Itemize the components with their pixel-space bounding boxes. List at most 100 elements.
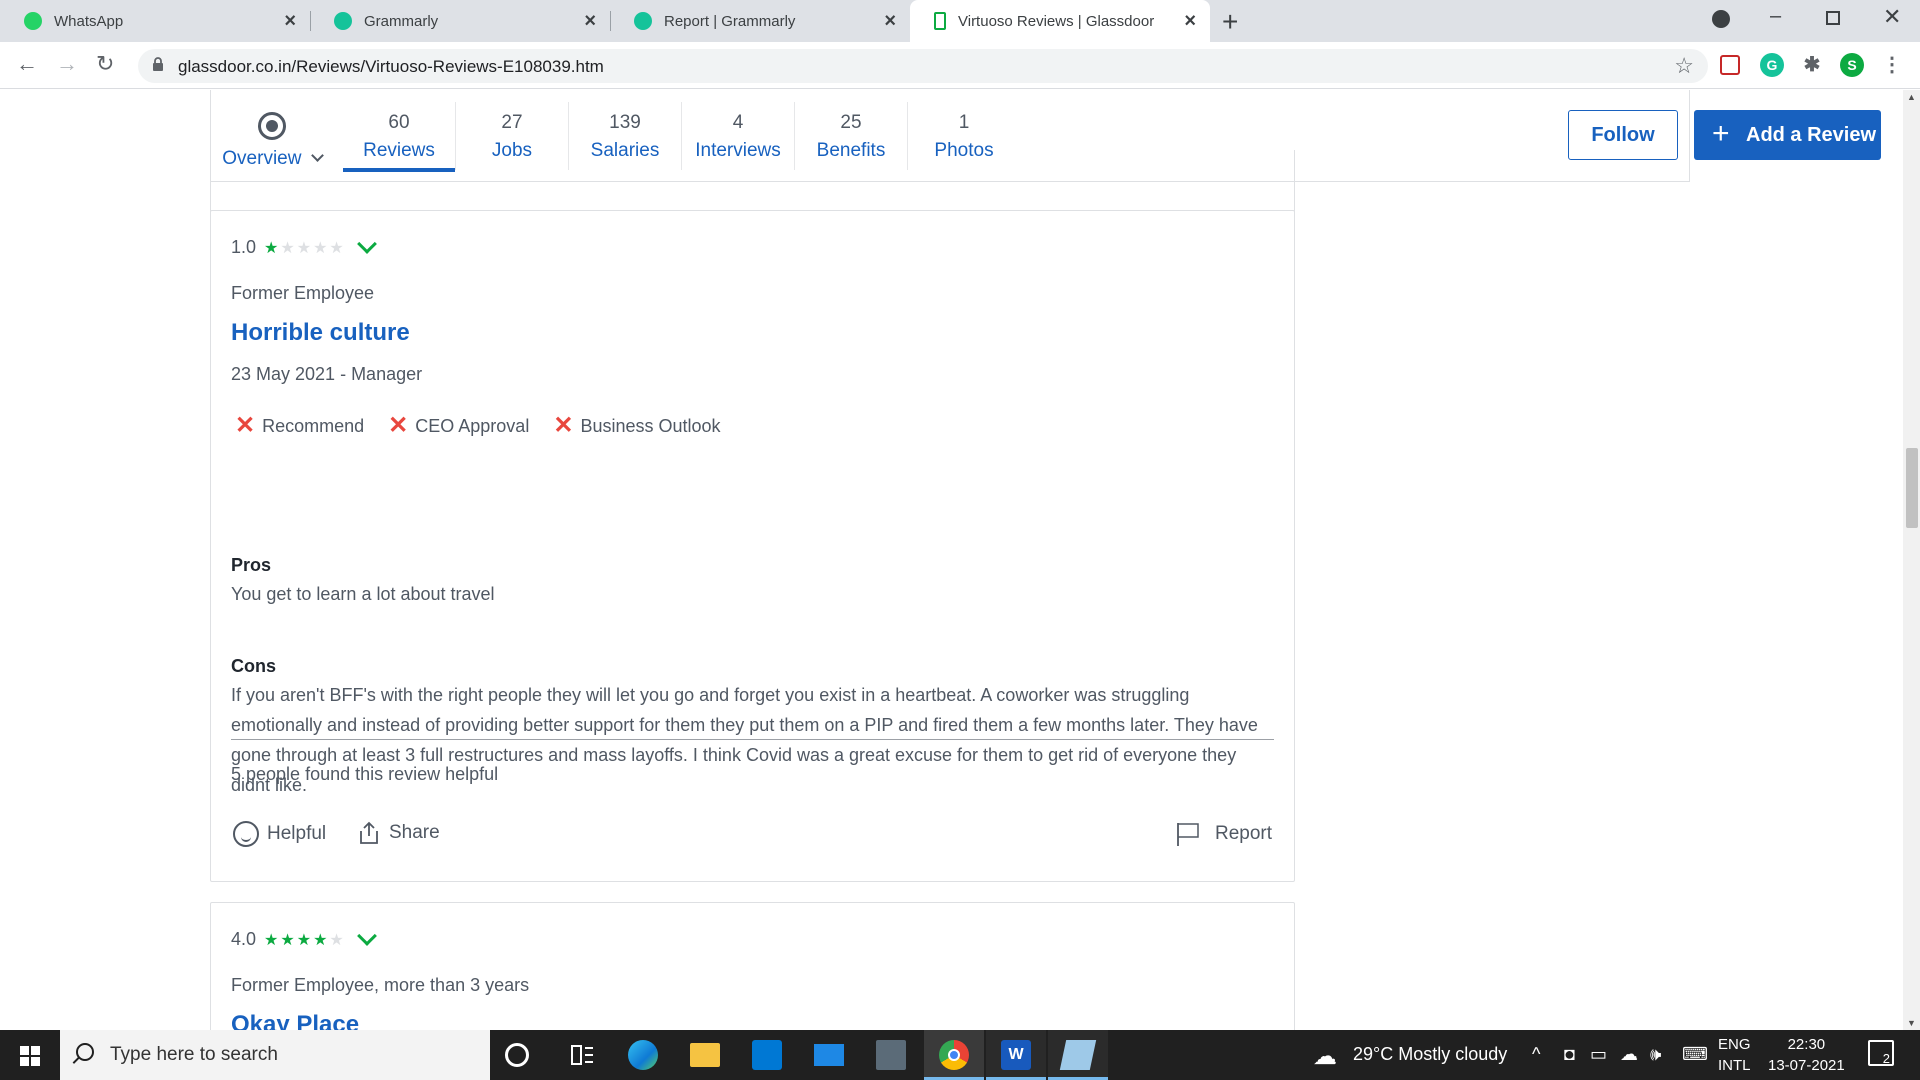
helpful-label: Helpful bbox=[267, 823, 327, 844]
extensions-puzzle-icon[interactable]: ✱ bbox=[1800, 53, 1824, 77]
employee-status: Former Employee, more than 3 years bbox=[231, 975, 530, 995]
close-tab-icon[interactable]: × bbox=[284, 10, 296, 33]
lock-icon bbox=[153, 57, 163, 71]
tab-title: Grammarly bbox=[364, 12, 439, 30]
cortana-icon[interactable] bbox=[505, 1043, 529, 1067]
follow-button[interactable]: Follow bbox=[1568, 110, 1678, 160]
cross-icon: ✕ bbox=[553, 412, 574, 439]
onedrive-cloud-icon[interactable]: ☁ bbox=[1620, 1044, 1638, 1065]
review-date-role: 23 May 2021 - Manager bbox=[231, 364, 423, 384]
review-title-link[interactable]: Okay Place bbox=[231, 1011, 359, 1030]
close-tab-icon[interactable]: × bbox=[584, 10, 596, 33]
notepad-icon[interactable] bbox=[1059, 1040, 1097, 1070]
plus-icon: + bbox=[1712, 117, 1730, 150]
restore-button[interactable] bbox=[1826, 11, 1840, 25]
tab-grammarly[interactable]: Grammarly × bbox=[310, 0, 610, 42]
windows-taskbar: Type here to search W ☁ 29°C Mostly clou… bbox=[0, 1030, 1920, 1080]
microsoft-store-icon[interactable] bbox=[752, 1040, 782, 1070]
close-window-button[interactable]: ✕ bbox=[1883, 4, 1901, 30]
helpful-count: 5 people found this review helpful bbox=[231, 764, 499, 784]
whatsapp-icon bbox=[24, 12, 42, 30]
tab-search-icon[interactable] bbox=[1712, 10, 1730, 28]
input-language[interactable]: ENG INTL bbox=[1718, 1034, 1751, 1076]
cross-icon: ✕ bbox=[388, 412, 409, 439]
smiley-icon bbox=[233, 821, 259, 847]
notification-count: 2 bbox=[1882, 1051, 1890, 1066]
volume-icon[interactable]: 🕪 bbox=[1650, 1044, 1661, 1065]
tab-whatsapp[interactable]: WhatsApp × bbox=[0, 0, 310, 42]
windows-start-icon[interactable] bbox=[20, 1046, 40, 1066]
share-icon bbox=[360, 821, 378, 844]
weather-icon[interactable]: ☁ bbox=[1313, 1042, 1337, 1071]
tab-title: WhatsApp bbox=[54, 12, 124, 30]
url-text: glassdoor.co.in/Reviews/Virtuoso-Reviews… bbox=[178, 57, 604, 76]
rating-details-chevron-icon[interactable] bbox=[356, 925, 377, 946]
review-rating: 4.0 ★★★★★ bbox=[231, 925, 377, 950]
card-divider bbox=[231, 739, 1274, 740]
close-tab-icon[interactable]: × bbox=[884, 10, 896, 33]
page-scrollbar[interactable]: ▲ ▼ bbox=[1903, 90, 1920, 1030]
helpful-button[interactable]: Helpful bbox=[233, 821, 326, 847]
tray-chevron-up-icon[interactable]: ^ bbox=[1532, 1044, 1540, 1065]
menu-kebab-icon[interactable]: ⋮ bbox=[1880, 53, 1904, 77]
scroll-down-arrow-icon[interactable]: ▼ bbox=[1907, 1018, 1916, 1028]
edge-browser-icon[interactable] bbox=[628, 1040, 658, 1070]
search-placeholder: Type here to search bbox=[110, 1044, 278, 1065]
scrollbar-thumb[interactable] bbox=[1906, 448, 1918, 528]
cross-icon: ✕ bbox=[235, 412, 256, 439]
taskbar-search-box[interactable]: Type here to search bbox=[60, 1030, 490, 1080]
browser-toolbar: ← → ↻ glassdoor.co.in/Reviews/Virtuoso-R… bbox=[0, 42, 1920, 89]
rating-recommend: ✕ Recommend bbox=[235, 414, 364, 438]
file-explorer-icon[interactable] bbox=[690, 1043, 720, 1067]
pros-heading: Pros bbox=[231, 555, 272, 575]
notifications-icon[interactable]: 2 bbox=[1868, 1040, 1894, 1066]
pocket-extension-icon[interactable] bbox=[1720, 55, 1740, 75]
bookmark-star-icon[interactable]: ☆ bbox=[1674, 53, 1694, 79]
rating-value: 4.0 bbox=[231, 929, 257, 949]
tab-glassdoor[interactable]: Virtuoso Reviews | Glassdoor × bbox=[910, 0, 1210, 42]
grammarly-extension-icon[interactable]: G bbox=[1760, 53, 1784, 77]
review-card: 4.0 ★★★★★ Former Employee, more than 3 y… bbox=[210, 902, 1295, 1030]
cons-heading: Cons bbox=[231, 656, 276, 676]
star-filled-icon: ★ bbox=[264, 239, 281, 257]
tab-report-grammarly[interactable]: Report | Grammarly × bbox=[610, 0, 910, 42]
new-tab-button[interactable]: + bbox=[1222, 6, 1238, 38]
task-view-icon[interactable] bbox=[567, 1040, 597, 1070]
rating-label: Recommend bbox=[262, 415, 365, 436]
rating-ceo-approval: ✕ CEO Approval bbox=[388, 414, 529, 438]
clock-time: 22:30 bbox=[1787, 1036, 1826, 1053]
word-icon[interactable]: W bbox=[1001, 1040, 1031, 1070]
address-bar[interactable]: glassdoor.co.in/Reviews/Virtuoso-Reviews… bbox=[138, 49, 1708, 83]
back-icon[interactable]: ← bbox=[16, 51, 38, 77]
report-button[interactable]: Report bbox=[1175, 821, 1272, 847]
chrome-icon[interactable] bbox=[939, 1040, 969, 1070]
pros-text: You get to learn a lot about travel bbox=[231, 584, 495, 604]
flag-icon bbox=[1177, 823, 1199, 846]
review-card: 1.0 ★★★★★ Former Employee Horrible cultu… bbox=[210, 210, 1295, 882]
calculator-icon[interactable] bbox=[876, 1040, 906, 1070]
grammarly-icon bbox=[334, 12, 352, 30]
add-review-button[interactable]: + Add a Review bbox=[1694, 110, 1881, 160]
nav-count: 1 bbox=[958, 112, 970, 133]
meet-now-icon[interactable]: ◘ bbox=[1564, 1044, 1575, 1065]
review-title-link[interactable]: Horrible culture bbox=[231, 319, 410, 347]
minimize-button[interactable]: – bbox=[1770, 5, 1781, 28]
star-filled-icon: ★★★★ bbox=[264, 931, 330, 949]
rating-details-chevron-icon[interactable] bbox=[356, 233, 377, 254]
weather-text[interactable]: 29°C Mostly cloudy bbox=[1353, 1044, 1507, 1065]
keyboard-layout: INTL bbox=[1718, 1057, 1751, 1074]
battery-icon[interactable]: ▭ bbox=[1590, 1044, 1607, 1065]
reload-icon[interactable]: ↻ bbox=[96, 51, 114, 77]
profile-avatar[interactable]: S bbox=[1840, 53, 1864, 77]
keyboard-icon[interactable]: ⌨ bbox=[1682, 1044, 1708, 1065]
mail-icon[interactable] bbox=[814, 1044, 844, 1066]
star-empty-icon: ★★★★ bbox=[280, 239, 346, 257]
star-empty-icon: ★ bbox=[329, 931, 346, 949]
close-tab-icon[interactable]: × bbox=[1184, 10, 1196, 33]
forward-icon[interactable]: → bbox=[56, 51, 78, 77]
share-label: Share bbox=[389, 822, 440, 843]
share-button[interactable]: Share bbox=[357, 821, 440, 845]
system-clock[interactable]: 22:30 13-07-2021 bbox=[1768, 1034, 1845, 1076]
scroll-up-arrow-icon[interactable]: ▲ bbox=[1907, 92, 1916, 102]
language-code: ENG bbox=[1718, 1036, 1751, 1053]
